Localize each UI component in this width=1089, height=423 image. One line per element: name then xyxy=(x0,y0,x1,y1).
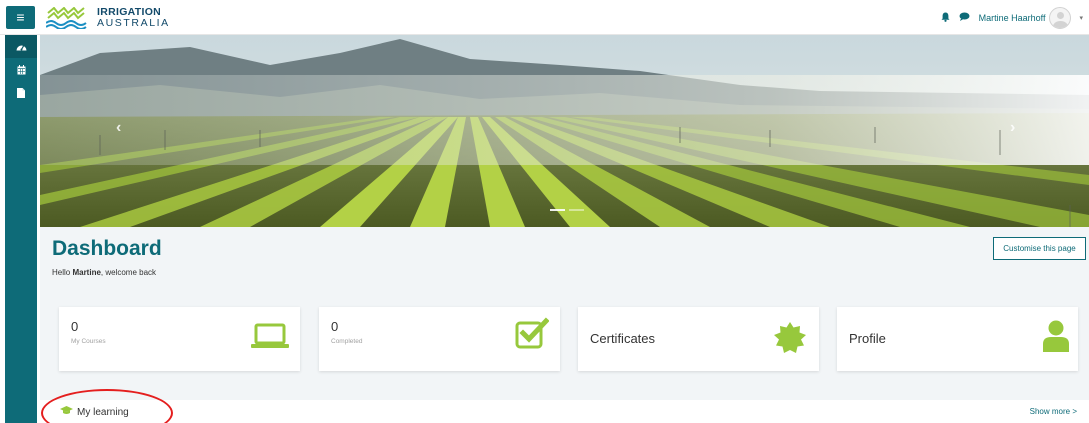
completed-count: 0 xyxy=(331,319,339,334)
carousel-prev-button[interactable]: ‹ xyxy=(116,119,121,137)
main-content: Dashboard Hello Martine, welcome back Cu… xyxy=(40,227,1089,423)
welcome-suffix: , welcome back xyxy=(100,268,157,277)
certificates-title: Certificates xyxy=(590,331,656,346)
file-icon xyxy=(17,87,25,98)
sidebar xyxy=(5,35,37,423)
user-icon xyxy=(1043,320,1069,352)
sidebar-item-dashboard[interactable] xyxy=(5,35,37,58)
welcome-prefix: Hello xyxy=(52,268,73,277)
user-name[interactable]: Martine Haarhoff xyxy=(979,13,1046,23)
calendar-icon xyxy=(17,64,25,74)
logo[interactable]: IRRIGATION AUSTRALIA xyxy=(46,5,170,31)
courses-count: 0 xyxy=(71,319,79,334)
certificate-icon xyxy=(774,322,806,353)
carousel-next-button[interactable]: › xyxy=(1010,119,1015,137)
sidebar-item-calendar[interactable] xyxy=(5,58,37,81)
logo-mark-icon xyxy=(46,7,87,29)
card-my-courses[interactable]: 0 My Courses xyxy=(59,307,300,371)
avatar[interactable] xyxy=(1049,7,1072,29)
sidebar-item-files[interactable] xyxy=(5,81,37,104)
profile-title: Profile xyxy=(849,331,886,346)
carousel-indicator-1[interactable] xyxy=(550,209,565,211)
courses-label: My Courses xyxy=(71,338,106,345)
logo-text: IRRIGATION AUSTRALIA xyxy=(97,7,170,29)
menu-toggle-button[interactable]: ≡ xyxy=(6,6,35,29)
hamburger-icon: ≡ xyxy=(16,9,25,25)
top-bar: ≡ IRRIGATION AUSTRALIA Martine Haarhoff … xyxy=(0,0,1089,35)
hero-image xyxy=(40,35,1089,227)
card-completed[interactable]: 0 Completed xyxy=(319,307,560,371)
dashboard-icon xyxy=(16,45,26,51)
welcome-message: Hello Martine, welcome back xyxy=(52,268,156,277)
completed-label: Completed xyxy=(331,338,363,345)
bell-icon[interactable] xyxy=(941,12,950,25)
customise-page-button[interactable]: Customise this page xyxy=(993,237,1086,260)
show-more-link[interactable]: Show more > xyxy=(1030,407,1077,416)
card-profile[interactable]: Profile xyxy=(837,307,1078,371)
chat-icon[interactable] xyxy=(959,12,970,24)
hero-banner: ‹ › xyxy=(40,35,1089,227)
page-title: Dashboard xyxy=(52,237,162,260)
my-learning-section: My learning Show more > xyxy=(40,400,1089,423)
chevron-down-icon[interactable]: ▾ xyxy=(1079,14,1083,22)
welcome-name: Martine xyxy=(72,268,101,277)
card-certificates[interactable]: Certificates xyxy=(578,307,819,371)
user-area: Martine Haarhoff ▾ xyxy=(941,7,1083,29)
laptop-icon xyxy=(251,323,289,348)
carousel-indicator-2[interactable] xyxy=(569,209,584,211)
checkbox-icon xyxy=(515,317,549,349)
logo-line2: AUSTRALIA xyxy=(97,17,170,29)
